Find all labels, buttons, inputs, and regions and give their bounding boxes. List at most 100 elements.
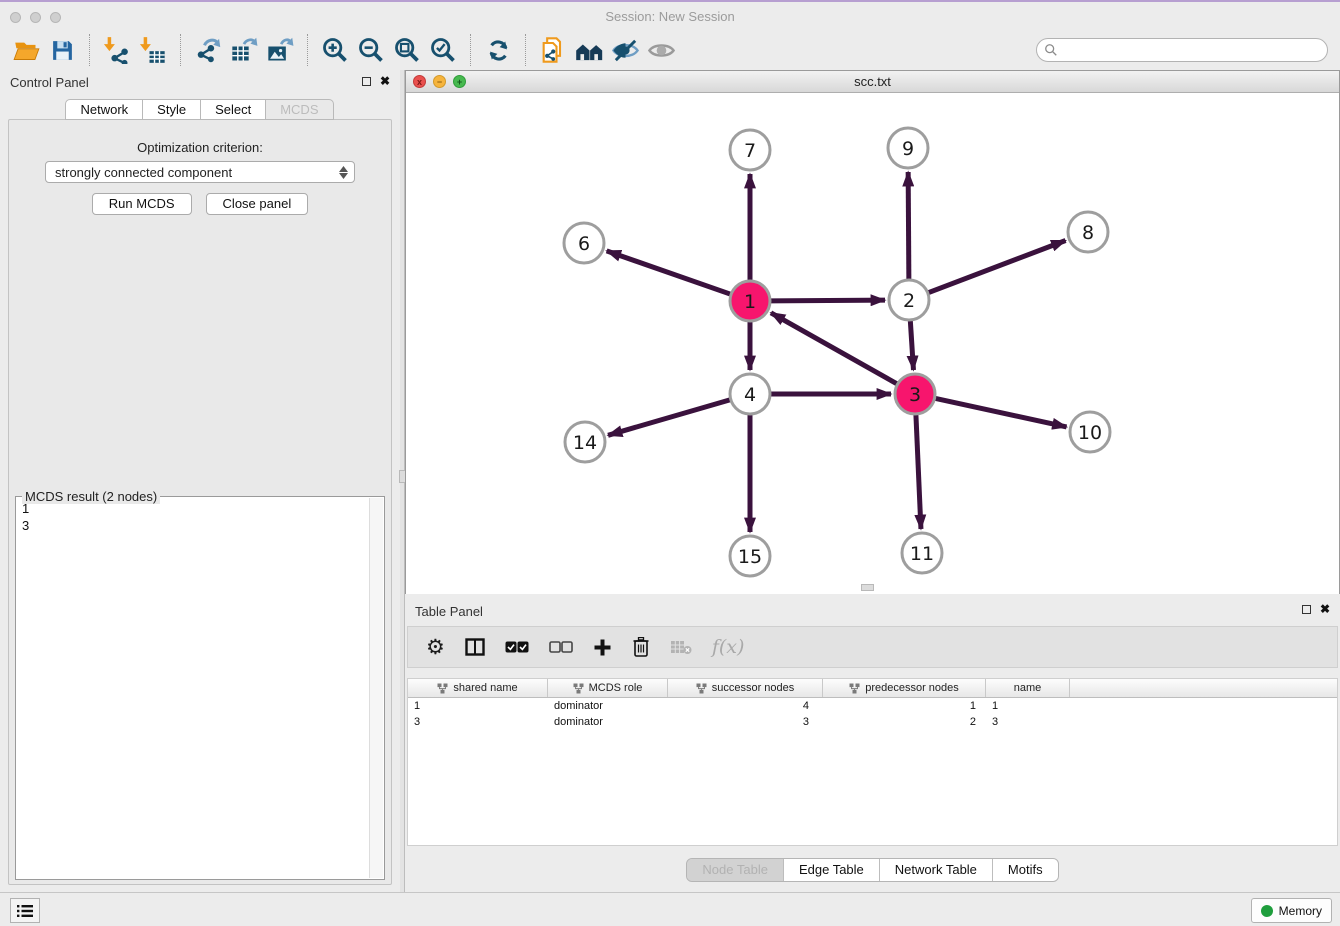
- toggle-panel-icon[interactable]: [465, 638, 485, 656]
- graph-node-15[interactable]: 15: [730, 536, 770, 576]
- graph-node-10[interactable]: 10: [1070, 412, 1110, 452]
- graph-node-14[interactable]: 14: [565, 422, 605, 462]
- zoom-out-icon[interactable]: [353, 33, 389, 67]
- graph-edge-3-11[interactable]: [916, 415, 921, 529]
- graph-node-3[interactable]: 3: [895, 374, 935, 414]
- graph-node-6[interactable]: 6: [564, 223, 604, 263]
- search-field[interactable]: [1036, 38, 1328, 62]
- horizontal-splitter-grip[interactable]: [861, 584, 874, 591]
- graph-edge-3-10[interactable]: [936, 398, 1067, 426]
- tab-motifs[interactable]: Motifs: [992, 859, 1058, 881]
- export-table-icon[interactable]: [226, 33, 262, 67]
- memory-button[interactable]: Memory: [1251, 898, 1332, 923]
- zoom-fit-icon[interactable]: [389, 33, 425, 67]
- close-table-panel-icon[interactable]: ✖: [1320, 604, 1330, 614]
- export-network-icon[interactable]: [190, 33, 226, 67]
- select-all-icon[interactable]: [505, 640, 529, 654]
- refresh-icon[interactable]: [480, 33, 516, 67]
- import-table-icon[interactable]: [135, 33, 171, 67]
- window-title: Session: New Session: [0, 4, 1340, 30]
- close-panel-button[interactable]: Close panel: [206, 193, 309, 215]
- tab-network[interactable]: Network: [65, 99, 143, 120]
- add-column-icon[interactable]: [593, 638, 612, 657]
- graph-node-4[interactable]: 4: [730, 374, 770, 414]
- tab-edge-table[interactable]: Edge Table: [783, 859, 879, 881]
- table-cell[interactable]: 3: [408, 714, 548, 730]
- table-row[interactable]: 1dominator411: [408, 698, 1337, 714]
- zoom-fit-glyph: [393, 36, 421, 64]
- column-header-shared-name[interactable]: shared name: [408, 679, 548, 697]
- table-row[interactable]: 3dominator323: [408, 714, 1337, 730]
- settings-gear-icon[interactable]: ⚙: [426, 637, 445, 657]
- network-canvas[interactable]: 7 9 6 8 1 2 4 3 14 10 15 11: [406, 94, 1339, 594]
- graph-node-9[interactable]: 9: [888, 128, 928, 168]
- graph-edge-1-6[interactable]: [607, 251, 731, 294]
- task-history-button[interactable]: [10, 898, 40, 923]
- mcds-panel: Optimization criterion: strongly connect…: [8, 119, 392, 885]
- column-header-mcds-role[interactable]: MCDS role: [548, 679, 668, 697]
- float-table-panel-icon[interactable]: [1302, 605, 1311, 614]
- window-titlebar: Session: New Session: [0, 4, 1340, 30]
- table-cell[interactable]: 3: [986, 714, 1070, 730]
- network-minimize-icon[interactable]: −: [433, 75, 446, 88]
- close-panel-icon[interactable]: ✖: [380, 76, 390, 86]
- graph-node-1[interactable]: 1: [730, 281, 770, 321]
- first-neighbors-icon[interactable]: [571, 33, 607, 67]
- float-panel-icon[interactable]: [362, 77, 371, 86]
- graph-node-7[interactable]: 7: [730, 130, 770, 170]
- table-cell[interactable]: dominator: [548, 714, 668, 730]
- graph-edge-2-9[interactable]: [908, 172, 909, 279]
- show-navigator-icon[interactable]: [643, 33, 679, 67]
- network-graph[interactable]: 7 9 6 8 1 2 4 3 14 10 15 11: [406, 94, 1339, 594]
- network-close-icon[interactable]: x: [413, 75, 426, 88]
- zoom-selected-glyph: [429, 36, 457, 64]
- hide-graphics-details-icon[interactable]: [607, 33, 643, 67]
- duplicate-network-icon[interactable]: [535, 33, 571, 67]
- tab-mcds[interactable]: MCDS: [265, 99, 333, 120]
- tab-node-table[interactable]: Node Table: [687, 859, 783, 881]
- memory-label: Memory: [1279, 904, 1322, 918]
- table-cell[interactable]: dominator: [548, 698, 668, 714]
- tab-network-table[interactable]: Network Table: [879, 859, 992, 881]
- deselect-all-icon[interactable]: [549, 640, 573, 654]
- table-cell[interactable]: 4: [668, 698, 823, 714]
- zoom-selected-icon[interactable]: [425, 33, 461, 67]
- graph-edge-1-2[interactable]: [771, 300, 885, 301]
- graph-edge-2-3[interactable]: [910, 321, 913, 370]
- export-image-icon[interactable]: [262, 33, 298, 67]
- zoom-in-icon[interactable]: [317, 33, 353, 67]
- svg-text:11: 11: [910, 543, 934, 565]
- delete-column-icon[interactable]: [632, 637, 650, 657]
- mcds-result-item[interactable]: 3: [16, 517, 369, 534]
- save-session-icon[interactable]: [44, 33, 80, 67]
- network-maximize-icon[interactable]: +: [453, 75, 466, 88]
- import-network-icon[interactable]: [99, 33, 135, 67]
- optimization-criterion-select[interactable]: strongly connected component: [45, 161, 355, 183]
- table-cell[interactable]: 2: [823, 714, 986, 730]
- graph-edge-3-1[interactable]: [771, 313, 897, 384]
- svg-text:7: 7: [744, 140, 756, 162]
- column-header-successor-nodes[interactable]: successor nodes: [668, 679, 823, 697]
- open-file-icon[interactable]: [8, 33, 44, 67]
- table-cell[interactable]: 3: [668, 714, 823, 730]
- toolbar-separator: [470, 34, 471, 66]
- table-cell[interactable]: 1: [408, 698, 548, 714]
- column-header-predecessor-nodes[interactable]: predecessor nodes: [823, 679, 986, 697]
- graph-node-8[interactable]: 8: [1068, 212, 1108, 252]
- import-network-glyph: [103, 36, 131, 64]
- tab-style[interactable]: Style: [142, 99, 201, 120]
- graph-node-2[interactable]: 2: [889, 280, 929, 320]
- mcds-result-scrollbar[interactable]: [369, 498, 383, 878]
- graph-node-11[interactable]: 11: [902, 533, 942, 573]
- column-header-name[interactable]: name: [986, 679, 1070, 697]
- search-input[interactable]: [1062, 42, 1327, 59]
- toolbar-separator: [525, 34, 526, 66]
- mcds-result-item[interactable]: 1: [16, 500, 369, 517]
- table-cell[interactable]: 1: [823, 698, 986, 714]
- graph-edge-4-14[interactable]: [608, 400, 730, 435]
- graph-edge-2-8[interactable]: [929, 241, 1066, 293]
- run-mcds-button[interactable]: Run MCDS: [92, 193, 192, 215]
- tab-select[interactable]: Select: [200, 99, 266, 120]
- search-icon: [1044, 43, 1058, 57]
- table-cell[interactable]: 1: [986, 698, 1070, 714]
